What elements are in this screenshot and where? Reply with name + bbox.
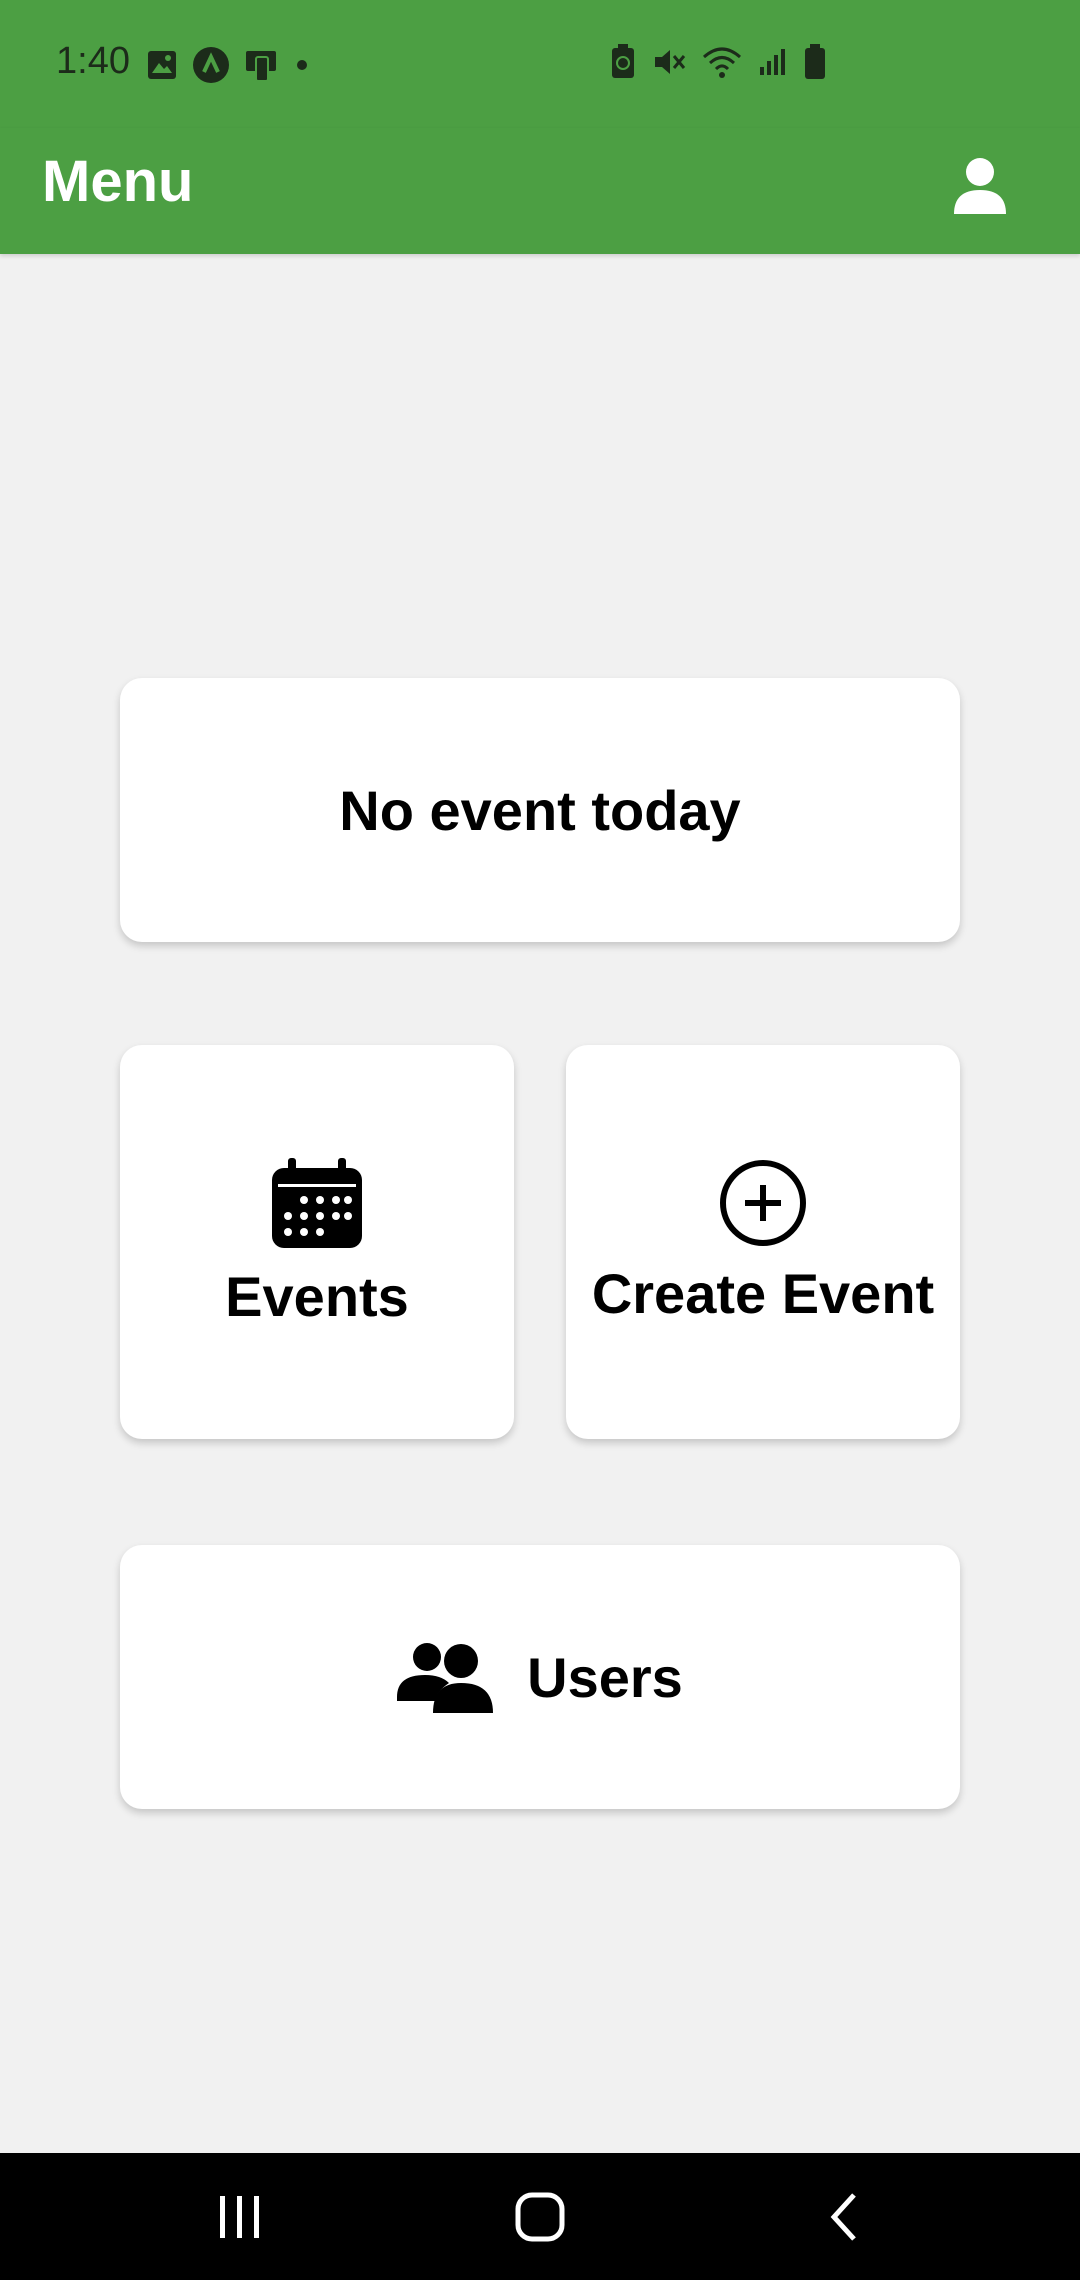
system-nav-bar (0, 2153, 1080, 2280)
dot-icon (297, 60, 307, 70)
events-label: Events (225, 1264, 409, 1328)
cast-icon (246, 51, 276, 82)
home-icon (515, 2192, 565, 2242)
app-a-icon (193, 47, 229, 83)
users-button[interactable]: Users (120, 1545, 960, 1809)
create-event-button[interactable]: Create Event (566, 1045, 960, 1439)
page-title: Menu (42, 149, 194, 214)
calendar-icon (272, 1157, 362, 1248)
profile-button[interactable] (940, 146, 1020, 226)
status-time: 1:40 (56, 40, 130, 82)
signal-icon (760, 49, 785, 75)
back-button[interactable] (804, 2183, 884, 2251)
events-button[interactable]: Events (120, 1045, 514, 1439)
mute-icon (655, 50, 686, 74)
app-bar: Menu (0, 128, 1080, 254)
back-icon (830, 2193, 856, 2241)
create-event-label: Create Event (591, 1261, 935, 1325)
status-left-icons (146, 46, 310, 84)
users-icon (397, 1643, 494, 1713)
today-event-card[interactable]: No event today (120, 678, 960, 942)
battery-icon (805, 44, 825, 79)
home-button[interactable] (500, 2183, 580, 2251)
plus-circle-icon (720, 1159, 806, 1246)
recent-apps-icon (220, 2196, 259, 2238)
battery-saver-icon (612, 44, 634, 78)
today-event-label: No event today (339, 778, 741, 842)
status-bar: 1:40 (0, 0, 1080, 128)
recent-apps-button[interactable] (200, 2183, 280, 2251)
person-icon (954, 158, 1006, 214)
users-label: Users (527, 1645, 683, 1709)
wifi-icon (703, 47, 741, 78)
image-icon (148, 51, 176, 79)
status-right-icons (610, 44, 826, 80)
